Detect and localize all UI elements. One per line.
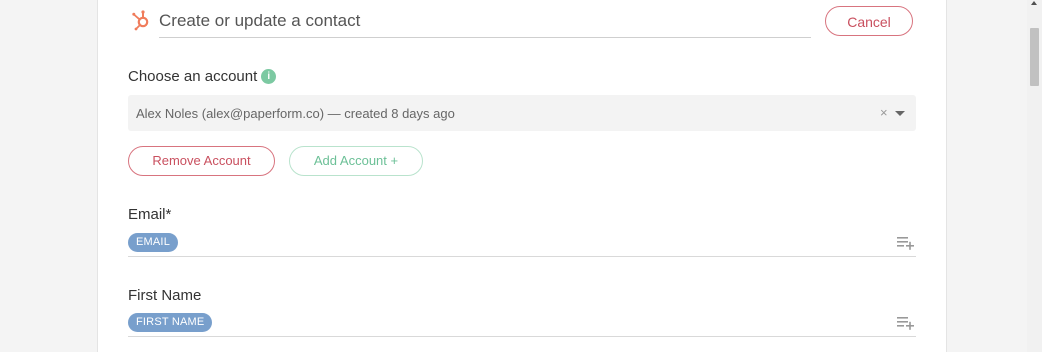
cancel-button[interactable]: Cancel (825, 6, 913, 36)
form-panel: Create or update a contact Cancel Choose… (97, 0, 947, 352)
first-name-field[interactable]: FIRST NAME (128, 312, 916, 337)
clear-icon[interactable]: × (880, 95, 888, 131)
account-select-value: Alex Noles (alex@paperform.co) — created… (136, 106, 455, 121)
remove-account-button[interactable]: Remove Account (128, 146, 275, 176)
title-field[interactable]: Create or update a contact (159, 8, 811, 38)
account-select[interactable]: Alex Noles (alex@paperform.co) — created… (128, 95, 916, 131)
email-field[interactable]: EMAIL (128, 232, 916, 257)
account-label-text: Choose an account (128, 68, 258, 85)
chevron-down-icon[interactable] (895, 111, 905, 116)
vertical-scrollbar[interactable] (1027, 0, 1042, 352)
account-label: Choose an account i (128, 67, 277, 87)
email-label: Email* (128, 206, 172, 223)
scroll-thumb[interactable] (1030, 28, 1039, 86)
page-title: Create or update a contact (159, 11, 361, 30)
first-name-tag[interactable]: FIRST NAME (128, 313, 213, 332)
info-icon[interactable]: i (261, 68, 277, 84)
first-name-label: First Name (128, 287, 202, 304)
hubspot-sprocket-icon (132, 10, 149, 31)
list-add-icon[interactable] (897, 236, 915, 250)
email-tag[interactable]: EMAIL (128, 233, 179, 252)
header: Create or update a contact Cancel (128, 0, 918, 44)
scroll-up-arrow-icon[interactable] (1027, 0, 1042, 12)
add-account-button[interactable]: Add Account + (289, 146, 423, 176)
list-add-icon[interactable] (897, 316, 915, 330)
